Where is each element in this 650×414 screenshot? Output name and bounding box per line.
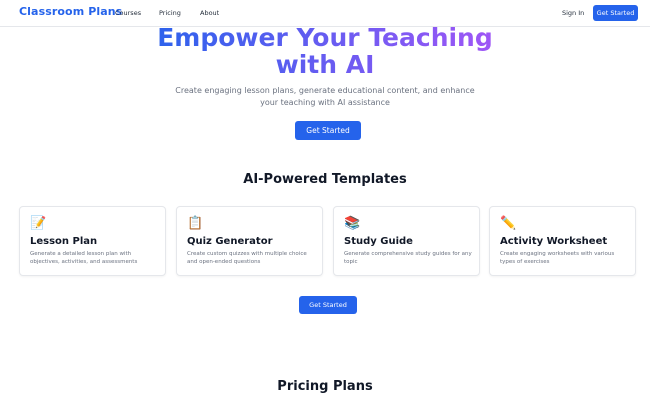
- hero-title-line1: Empower Your Teaching: [157, 23, 493, 52]
- template-card-lesson-plan[interactable]: 📝 Lesson Plan Generate a detailed lesson…: [19, 206, 166, 276]
- template-card-activity-worksheet[interactable]: ✏️ Activity Worksheet Create engaging wo…: [489, 206, 636, 276]
- hero-title-line2: with AI: [275, 50, 375, 79]
- hero-get-started-button[interactable]: Get Started: [295, 121, 361, 140]
- sign-in-link[interactable]: Sign In: [562, 9, 584, 17]
- brand-logo[interactable]: Classroom Plans: [19, 5, 122, 18]
- card-title: Study Guide: [344, 236, 413, 247]
- card-title: Lesson Plan: [30, 236, 98, 247]
- card-description: Create custom quizzes with multiple choi…: [187, 251, 307, 265]
- templates-section-title: AI-Powered Templates: [243, 172, 407, 187]
- nav-link-courses[interactable]: Courses: [115, 9, 141, 17]
- books-icon: 📚: [344, 216, 361, 231]
- template-card-quiz-generator[interactable]: 📋 Quiz Generator Create custom quizzes w…: [176, 206, 323, 276]
- hero-subtitle: Create engaging lesson plans, generate e…: [175, 86, 475, 107]
- card-title: Activity Worksheet: [500, 236, 608, 247]
- nav-link-pricing[interactable]: Pricing: [159, 9, 181, 17]
- pricing-section-title: Pricing Plans: [277, 379, 373, 394]
- pencil-icon: ✏️: [500, 216, 517, 231]
- templates-get-started-button[interactable]: Get Started: [299, 296, 357, 314]
- clipboard-icon: 📋: [187, 216, 204, 231]
- hero-title: Empower Your Teaching with AI: [0, 24, 650, 78]
- nav-get-started-button[interactable]: Get Started: [593, 5, 638, 21]
- nav-link-about[interactable]: About: [200, 9, 219, 17]
- card-description: Generate comprehensive study guides for …: [344, 251, 472, 265]
- card-description: Create engaging worksheets with various …: [500, 251, 615, 265]
- template-card-study-guide[interactable]: 📚 Study Guide Generate comprehensive stu…: [333, 206, 480, 276]
- card-description: Generate a detailed lesson plan with obj…: [30, 251, 138, 265]
- memo-icon: 📝: [30, 216, 47, 231]
- card-title: Quiz Generator: [187, 236, 273, 247]
